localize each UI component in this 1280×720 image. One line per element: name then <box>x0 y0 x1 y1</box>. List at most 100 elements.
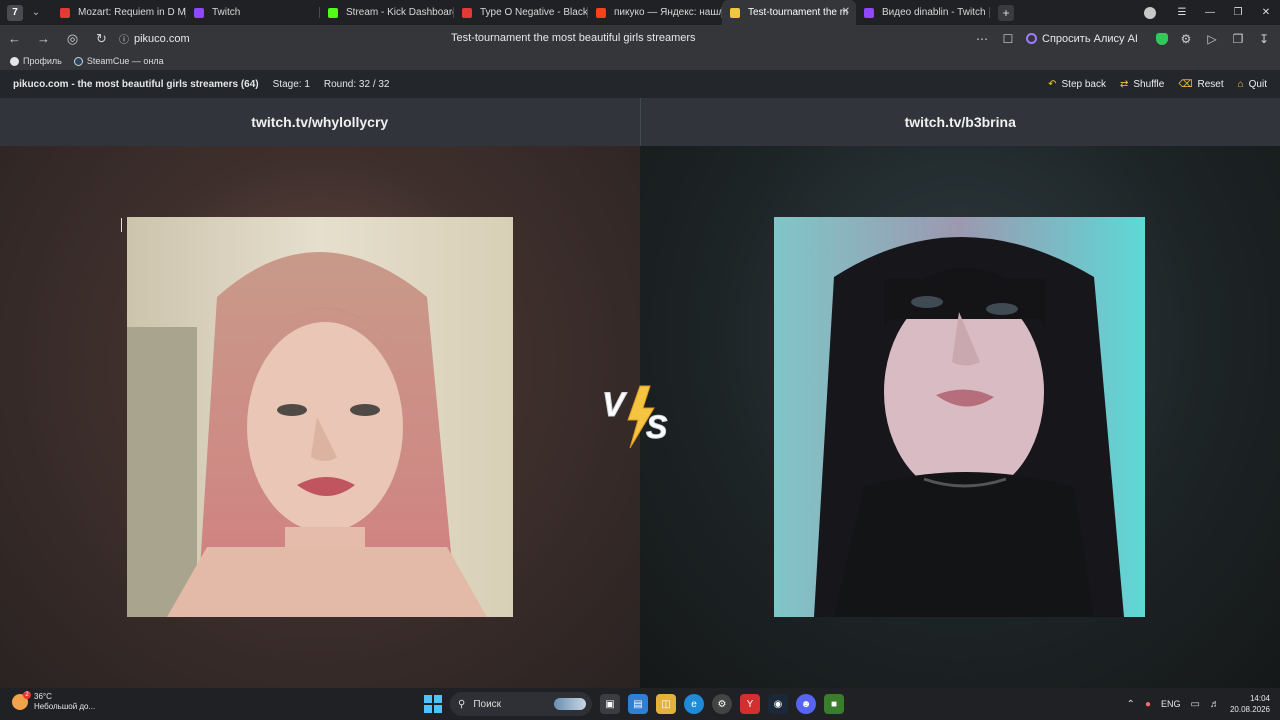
bookmark-steamcue[interactable]: SteamCue — онла <box>73 56 164 66</box>
browser-tab[interactable]: пикуко — Яндекс: нашлось <box>588 0 722 25</box>
tab-favicon-icon <box>328 7 338 18</box>
search-icon: ⚲ <box>458 698 466 710</box>
shuffle-icon: ⇄ <box>1120 78 1129 90</box>
contestant-right-name[interactable]: twitch.tv/b3brina <box>641 98 1280 146</box>
tab-separator <box>989 7 990 18</box>
file-explorer-icon[interactable]: ◫ <box>656 694 676 714</box>
app-menu-icon[interactable]: 7 <box>7 4 23 21</box>
search-highlight-icon <box>554 698 586 710</box>
tab-favicon-icon <box>596 7 606 18</box>
yandex-browser-icon[interactable]: Y <box>740 694 760 714</box>
weather-icon: 2 <box>12 691 31 710</box>
menu-icon[interactable]: ☰ <box>1168 7 1196 18</box>
chevron-down-icon[interactable]: ⌄ <box>28 5 44 21</box>
minimize-icon[interactable]: — <box>1196 7 1224 18</box>
browser-tab[interactable]: Mozart: Requiem in D Minor <box>52 0 186 25</box>
contestant-right-panel[interactable] <box>640 146 1280 688</box>
extensions-icon[interactable]: ⚙ <box>1178 32 1194 46</box>
new-tab-button[interactable]: + <box>998 4 1014 21</box>
browser-tab[interactable]: Twitch <box>186 0 320 25</box>
browser-tab[interactable]: Видео dinablin - Twitch <box>856 0 990 25</box>
task-view-icon[interactable]: ▣ <box>600 694 620 714</box>
profile-icon <box>10 56 19 66</box>
trash-icon: ⌫ <box>1178 78 1193 90</box>
more-icon[interactable]: ⋯ <box>974 32 990 46</box>
taskbar-search[interactable]: ⚲ Поиск <box>450 692 592 716</box>
bookmarks-bar: Профиль SteamCue — онла <box>0 52 1280 70</box>
media-icon[interactable]: ▷ <box>1204 32 1220 46</box>
browser-tab[interactable]: Stream - Kick Dashboard <box>320 0 454 25</box>
shield-icon[interactable] <box>1156 32 1168 45</box>
browser-tab[interactable]: Type O Negative - Black N <box>454 0 588 25</box>
round-indicator: Round: 32 / 32 <box>323 78 390 90</box>
tab-favicon-icon <box>60 7 70 18</box>
tray-chevron-icon[interactable]: ⌃ <box>1127 699 1135 710</box>
taskbar-apps: ⚲ Поиск ▣ ▤ ◫ e ⚙ Y ◉ ☻ ■ <box>424 692 844 716</box>
browser-tab[interactable]: Test-tournament the m ✕ <box>722 0 856 25</box>
restore-icon[interactable]: ❐ <box>1224 7 1252 18</box>
steam-icon <box>73 56 83 66</box>
collections-icon[interactable]: ❐ <box>1230 32 1246 46</box>
widgets-icon[interactable]: ▤ <box>628 694 648 714</box>
contestant-left-photo[interactable] <box>127 217 513 617</box>
shuffle-label: Shuffle <box>1133 78 1165 90</box>
protect-icon[interactable]: ◎ <box>58 31 87 47</box>
site-info-icon[interactable]: ⓘ <box>116 31 132 46</box>
tab-title: Mozart: Requiem in D Minor <box>78 7 186 18</box>
settings-icon[interactable]: ⚙ <box>712 694 732 714</box>
close-window-icon[interactable]: ✕ <box>1252 7 1280 18</box>
weather-widget[interactable]: 2 36°C Небольшой до... <box>12 691 95 712</box>
shuffle-button[interactable]: ⇄ Shuffle <box>1120 79 1164 90</box>
tab-close-icon[interactable]: ✕ <box>842 6 850 17</box>
download-icon[interactable]: ↧ <box>1256 32 1272 46</box>
bookmark-profile[interactable]: Профиль <box>10 56 62 66</box>
window-controls: ☰ — ❐ ✕ <box>1144 0 1280 25</box>
taskbar: 2 36°C Небольшой до... ⚲ Поиск ▣ ▤ ◫ e ⚙… <box>0 688 1280 720</box>
volume-icon[interactable]: ♬ <box>1210 699 1220 710</box>
bookmark-label: Профиль <box>23 56 62 66</box>
steam-taskbar-icon[interactable]: ◉ <box>768 694 788 714</box>
profile-avatar[interactable] <box>1144 6 1156 19</box>
url-domain[interactable]: pikuco.com <box>134 33 190 45</box>
contestant-left-name[interactable]: twitch.tv/whylollycry <box>0 98 640 146</box>
tab-favicon-icon <box>462 7 472 18</box>
tab-title: Видео dinablin - Twitch <box>882 7 986 18</box>
forward-icon[interactable]: → <box>29 31 58 46</box>
versus-arena: V S <box>0 146 1280 688</box>
back-icon[interactable]: ← <box>0 31 29 46</box>
discord-icon[interactable]: ☻ <box>796 694 816 714</box>
tab-favicon-icon <box>864 7 874 18</box>
tab-title: Stream - Kick Dashboard <box>346 7 454 18</box>
microphone-icon[interactable]: ● <box>1145 699 1151 710</box>
minecraft-icon[interactable]: ■ <box>824 694 844 714</box>
reload-icon[interactable]: ↻ <box>87 31 116 47</box>
alice-label: Спросить Алису AI <box>1042 32 1138 45</box>
language-indicator[interactable]: ENG <box>1161 699 1181 709</box>
tab-title: Type O Negative - Black N <box>480 7 588 18</box>
versus-icon: V S <box>602 385 669 449</box>
site-brand[interactable]: pikuco.com - the most beautiful girls st… <box>13 79 259 90</box>
reset-label: Reset <box>1197 78 1224 90</box>
quit-label: Quit <box>1248 78 1267 90</box>
tab-title: Twitch <box>212 7 241 18</box>
text-caret <box>121 218 122 232</box>
svg-text:V: V <box>602 386 628 424</box>
contestant-right-image <box>774 217 1145 617</box>
edge-icon[interactable]: e <box>684 694 704 714</box>
step-back-button[interactable]: ↶ Step back <box>1048 79 1106 90</box>
svg-text:S: S <box>646 409 668 445</box>
contestant-left-panel[interactable] <box>0 146 640 688</box>
step-back-label: Step back <box>1061 78 1106 90</box>
reset-button[interactable]: ⌫ Reset <box>1178 79 1223 90</box>
network-icon[interactable]: ▭ <box>1191 699 1200 710</box>
tab-strip: 7 ⌄ Mozart: Requiem in D Minor Twitch Stre… <box>0 0 1280 25</box>
contestant-right-photo[interactable] <box>774 217 1145 617</box>
quit-button[interactable]: ⌂ Quit <box>1238 79 1267 90</box>
contestant-left-image <box>127 217 513 617</box>
bookmark-icon[interactable]: ☐ <box>1000 32 1016 46</box>
clock[interactable]: 14:04 20.08.2026 <box>1230 693 1270 715</box>
tab-favicon-icon <box>730 7 740 18</box>
home-icon: ⌂ <box>1237 78 1244 90</box>
alice-button[interactable]: Спросить Алису AI <box>1026 33 1138 45</box>
windows-start-icon[interactable] <box>424 695 442 713</box>
